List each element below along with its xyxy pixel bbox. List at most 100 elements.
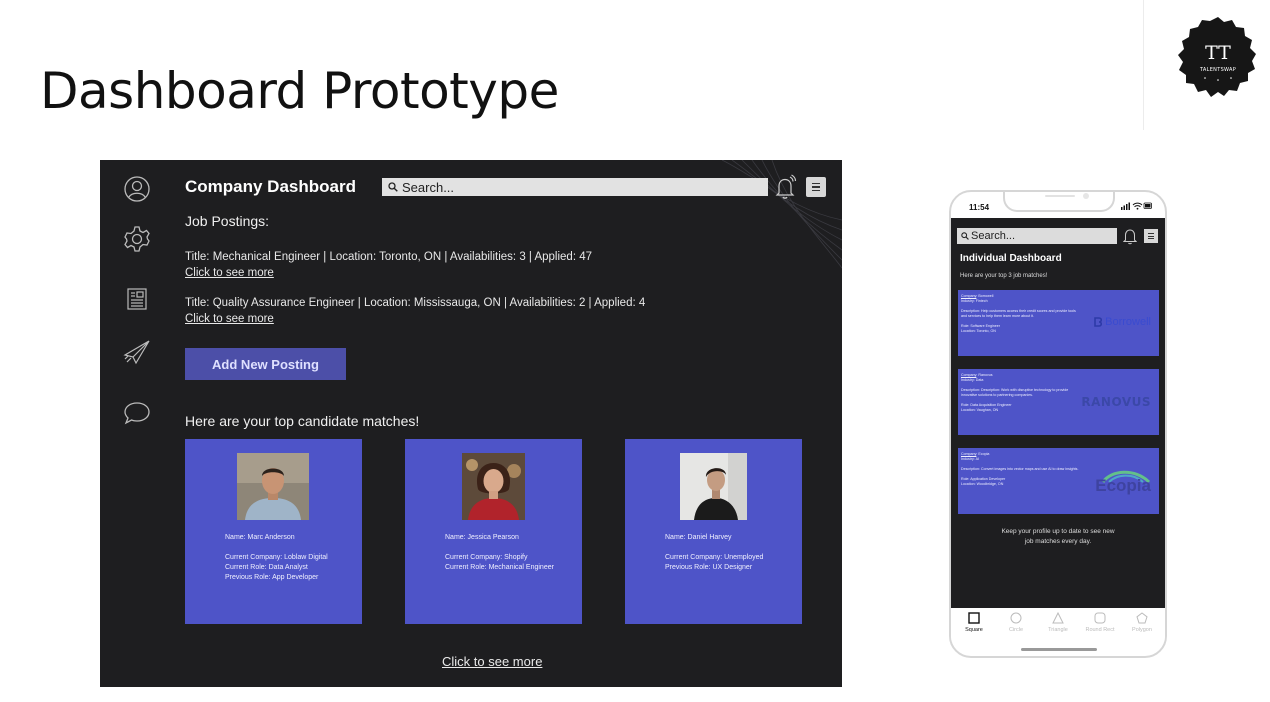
search-input[interactable]: Search... <box>382 178 768 196</box>
job-postings-heading: Job Postings: <box>185 213 270 229</box>
candidate-card[interactable]: Name: Marc Anderson Current Company: Lob… <box>185 439 362 624</box>
company-name: : Ranovus <box>976 373 993 377</box>
notification-bell-icon[interactable] <box>775 174 797 200</box>
phone-footer-text: Keep your profile up to date to see new … <box>951 527 1165 547</box>
slide-title: Dashboard Prototype <box>40 62 559 120</box>
phone-menu-button[interactable] <box>1144 229 1158 243</box>
phone-title: Individual Dashboard <box>960 253 1062 264</box>
candidate-photo <box>237 453 309 520</box>
circle-icon <box>1010 612 1022 624</box>
candidate-detail: Previous Role: App Developer <box>225 574 319 581</box>
candidate-matches-heading: Here are your top candidate matches! <box>185 413 420 429</box>
job-match-card[interactable]: Company: Ecopia Industry: AI Description… <box>958 448 1159 514</box>
search-placeholder: Search... <box>402 179 455 195</box>
see-more-link[interactable]: Click to see more <box>185 265 592 281</box>
tab-label: Polygon <box>1132 627 1152 633</box>
phone-search-placeholder: Search... <box>971 230 1016 242</box>
candidate-info: Name: Marc Anderson Current Company: Lob… <box>225 533 328 583</box>
candidate-info: Name: Jessica Pearson Current Company: S… <box>445 533 554 573</box>
svg-text:TT: TT <box>1205 42 1231 64</box>
job-details: Company: Ecopia Industry: AI Description… <box>961 452 1079 487</box>
candidate-name: Name: Daniel Harvey <box>665 534 732 541</box>
job-description: Description: Description: Work with disr… <box>961 388 1069 397</box>
job-match-card[interactable]: Company: Ranovus Industry: Data Descript… <box>958 369 1159 435</box>
job-posting: Title: Quality Assurance Engineer | Loca… <box>185 295 645 327</box>
see-more-candidates-link[interactable]: Click to see more <box>442 654 542 669</box>
tab-label: Triangle <box>1048 627 1068 633</box>
job-details: Company: Ranovus Industry: Data Descript… <box>961 373 1079 413</box>
chat-icon[interactable] <box>122 398 152 428</box>
tab-round-rect[interactable]: Round Rect <box>1079 612 1121 633</box>
job-location: Location: Vaughan, ON <box>961 408 999 412</box>
company-name: : Borrowell <box>976 294 994 298</box>
company-label: Company <box>961 294 977 298</box>
phone-search-input[interactable]: Search... <box>957 228 1117 244</box>
candidate-name: Name: Marc Anderson <box>225 534 295 541</box>
tab-label: Round Rect <box>1085 627 1115 633</box>
job-posting: Title: Mechanical Engineer | Location: T… <box>185 249 592 281</box>
company-logo: RANOVUS <box>1081 395 1151 409</box>
job-description: Description: Convert images into vector … <box>961 467 1079 471</box>
phone-notch <box>1003 192 1115 212</box>
tab-circle[interactable]: Circle <box>995 612 1037 633</box>
company-label: Company <box>961 452 977 456</box>
candidate-detail: Current Role: Data Analyst <box>225 564 308 571</box>
status-icons <box>1121 202 1152 210</box>
polygon-icon <box>1136 612 1148 624</box>
add-new-posting-button[interactable]: Add New Posting <box>185 348 346 380</box>
company-dashboard: Company Dashboard Search... Job Postings… <box>100 160 842 687</box>
dashboard-title: Company Dashboard <box>185 177 356 196</box>
settings-icon[interactable] <box>122 224 152 254</box>
footer-line: Keep your profile up to date to see new <box>1001 528 1115 535</box>
menu-button[interactable] <box>806 177 826 197</box>
status-time: 11:54 <box>969 203 990 212</box>
search-icon <box>388 182 398 192</box>
candidate-photo <box>462 453 525 520</box>
slide-divider <box>1143 0 1144 130</box>
candidate-info: Name: Daniel Harvey Current Company: Une… <box>665 533 763 573</box>
home-indicator <box>1021 648 1097 651</box>
send-icon[interactable] <box>122 338 152 368</box>
search-icon <box>961 232 969 240</box>
svg-text:TALENTSWAP: TALENTSWAP <box>1199 67 1236 73</box>
company-logo: Borrowell <box>1094 316 1151 328</box>
candidate-detail: Current Role: Mechanical Engineer <box>445 564 554 571</box>
tab-label: Square <box>965 627 983 633</box>
phone-mockup: 11:54 Search... Individual Dashboard Her… <box>949 190 1167 658</box>
candidate-detail: Current Company: Unemployed <box>665 554 764 561</box>
square-icon <box>968 612 980 624</box>
candidate-detail: Previous Role: UX Designer <box>665 564 753 571</box>
tab-polygon[interactable]: Polygon <box>1121 612 1163 633</box>
notification-bell-icon[interactable] <box>1123 227 1137 245</box>
candidate-detail: Current Company: Loblaw Digital <box>225 554 328 561</box>
candidate-card[interactable]: Name: Daniel Harvey Current Company: Une… <box>625 439 802 624</box>
phone-subtitle: Here are your top 3 job matches! <box>960 273 1048 279</box>
tab-bar: Square Circle Triangle Round Rect Polygo… <box>951 608 1165 642</box>
candidate-photo <box>680 453 747 520</box>
profile-icon[interactable] <box>122 174 152 204</box>
job-description: Description: Help customers access their… <box>961 309 1076 318</box>
company-name: : Ecopia <box>976 452 990 456</box>
document-icon[interactable] <box>122 284 152 314</box>
tab-square[interactable]: Square <box>953 612 995 633</box>
posting-summary: Title: Quality Assurance Engineer | Loca… <box>185 297 646 309</box>
footer-line: job matches every day. <box>1024 538 1092 545</box>
company-label: Company <box>961 373 977 377</box>
tab-triangle[interactable]: Triangle <box>1037 612 1079 633</box>
job-location: Location: Toronto, ON <box>961 329 996 333</box>
candidate-name: Name: Jessica Pearson <box>445 534 519 541</box>
job-details: Company: Borrowell Industry: Fintech Des… <box>961 294 1079 334</box>
candidate-card[interactable]: Name: Jessica Pearson Current Company: S… <box>405 439 582 624</box>
posting-summary: Title: Mechanical Engineer | Location: T… <box>185 251 593 263</box>
job-location: Location: Woodbridge, ON <box>961 482 1004 486</box>
see-more-link[interactable]: Click to see more <box>185 311 645 327</box>
company-logo: Ecopia <box>1095 476 1151 495</box>
talentswap-logo: TT TALENTSWAP <box>1178 17 1256 97</box>
phone-screen: Search... Individual Dashboard Here are … <box>951 218 1165 608</box>
triangle-icon <box>1052 612 1064 624</box>
round-rect-icon <box>1094 612 1106 624</box>
tab-label: Circle <box>1008 627 1024 633</box>
job-match-card[interactable]: Company: Borrowell Industry: Fintech Des… <box>958 290 1159 356</box>
borrowell-mark-icon <box>1094 317 1103 327</box>
candidate-detail: Current Company: Shopify <box>445 554 528 561</box>
